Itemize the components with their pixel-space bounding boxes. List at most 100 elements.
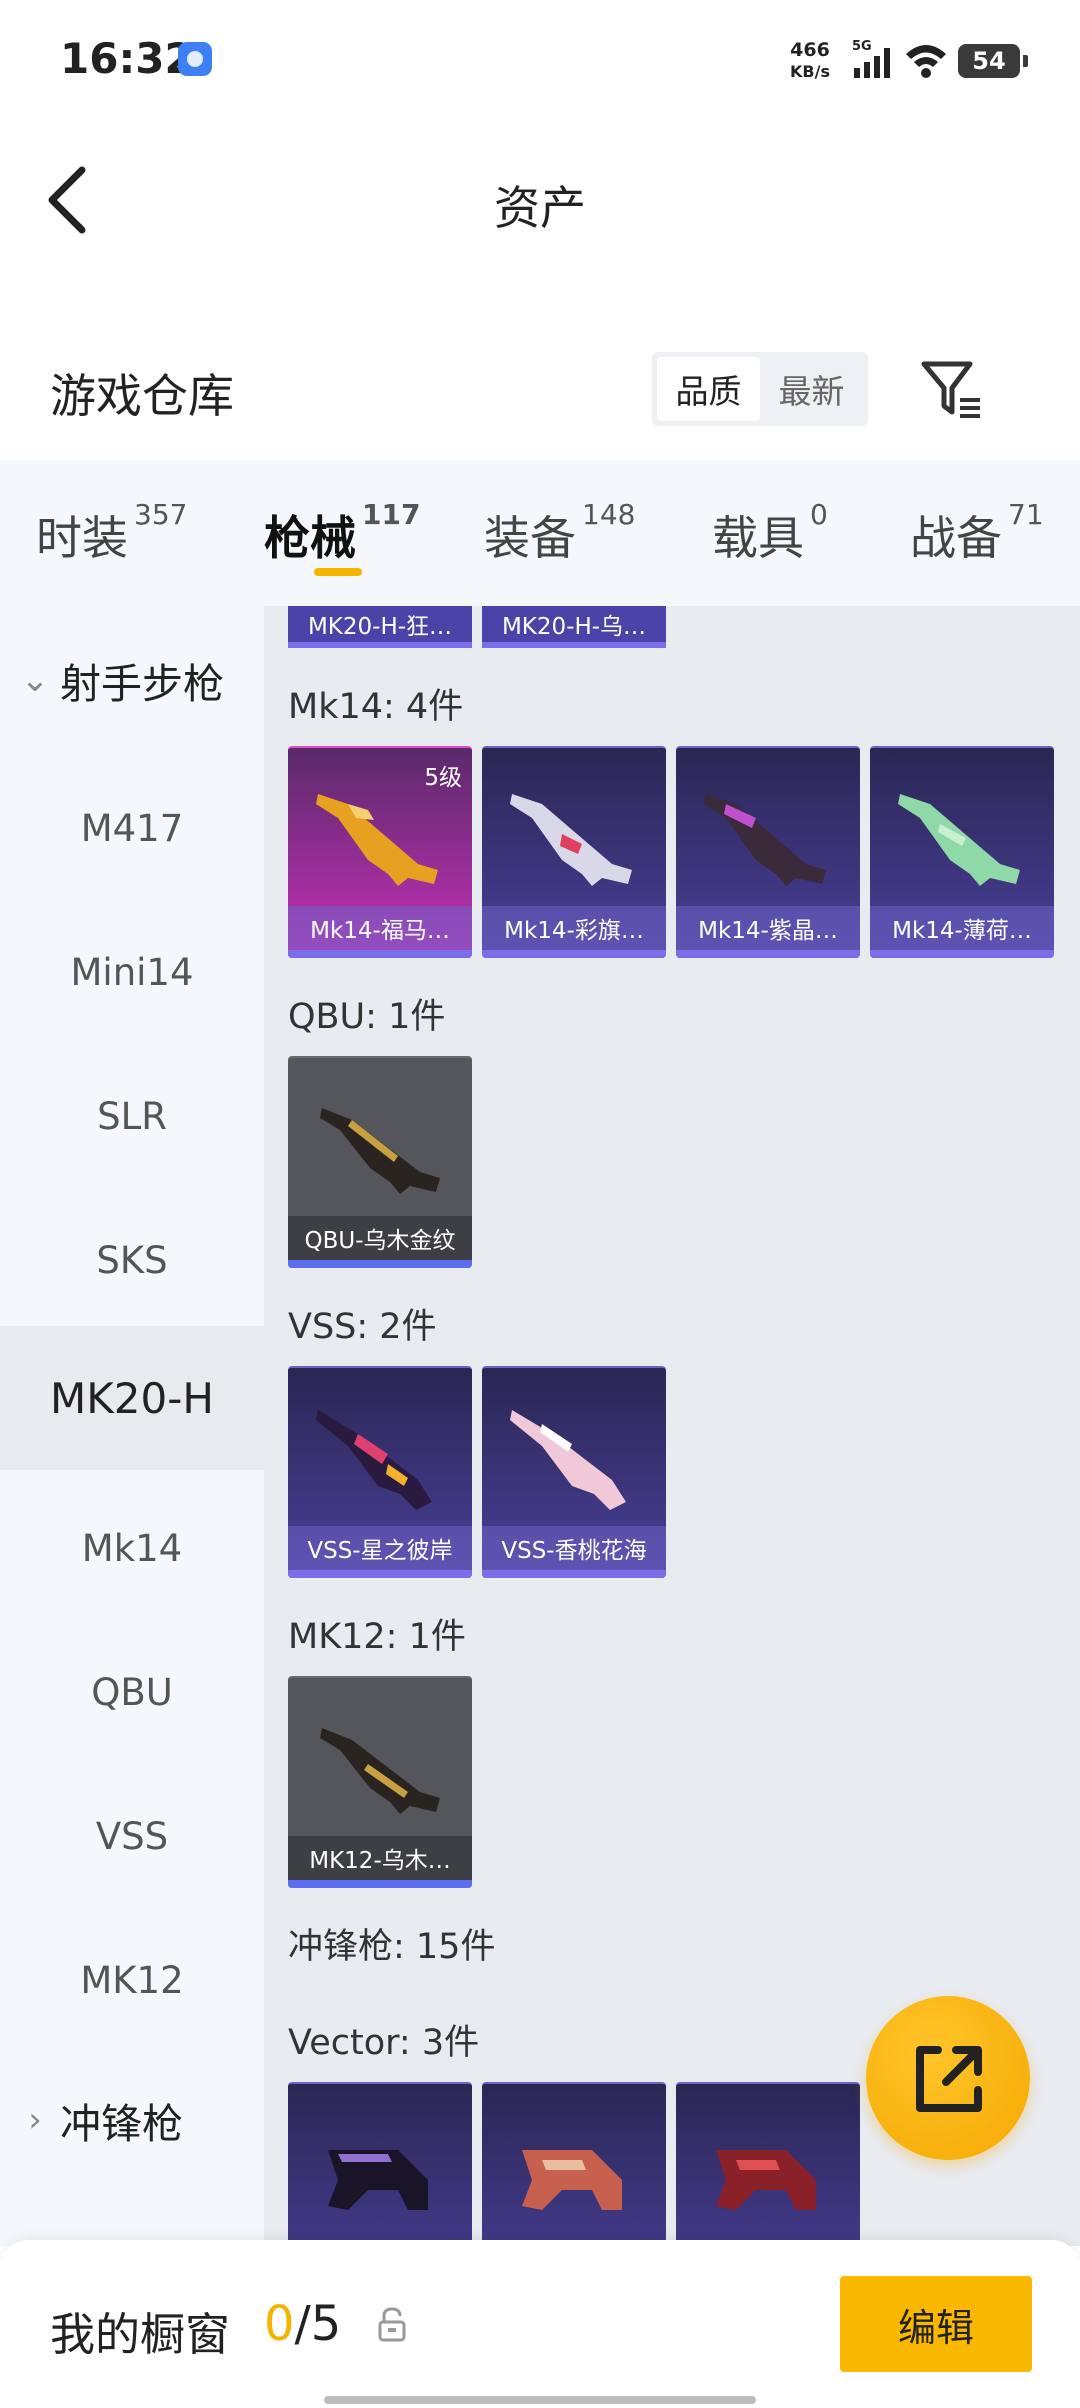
skin-card[interactable]: MK20-H-乌… (482, 606, 666, 648)
rifle-icon (316, 1410, 432, 1510)
sidebar-item-slr[interactable]: SLR (0, 1044, 264, 1188)
sidebar-group-label: 冲锋枪 (60, 2100, 183, 2148)
tab-label: 战备 (910, 511, 1002, 565)
edit-button[interactable]: 编辑 (840, 2276, 1032, 2372)
chevron-down-icon: ⌄ (20, 660, 50, 700)
skin-name: MK12-乌木… (288, 1836, 472, 1880)
skin-card[interactable] (676, 2082, 860, 2246)
tab-count: 0 (810, 498, 828, 531)
sidebar-item-m417[interactable]: M417 (0, 756, 264, 900)
sidebar-item-sks[interactable]: SKS (0, 1188, 264, 1332)
rarity-stripe (288, 1880, 472, 1888)
section-label: MK12: 1件 (288, 1617, 466, 1657)
network-speed-value: 466 (790, 39, 830, 61)
skin-card[interactable]: Mk14-彩旗… (482, 746, 666, 958)
tab-count: 148 (582, 498, 636, 531)
showcase-count: 0/5 (264, 2296, 341, 2352)
tab-active-indicator (314, 568, 362, 576)
showcase-bar: 我的橱窗 0/5 编辑 (0, 2240, 1080, 2408)
rifle-icon (320, 1108, 440, 1194)
skin-card[interactable] (288, 2082, 472, 2246)
section-label: QBU: 1件 (288, 997, 446, 1037)
warehouse-title: 游戏仓库 (50, 369, 234, 423)
warehouse-header: 游戏仓库 品质 最新 (0, 330, 1080, 460)
network-speed-unit: KB/s (790, 62, 830, 81)
lock-icon (378, 2307, 406, 2342)
skin-name: Mk14-薄荷… (870, 906, 1054, 950)
signal-icon: 5G (852, 39, 890, 78)
rarity-stripe (482, 950, 666, 958)
filter-icon[interactable] (918, 356, 986, 424)
rifle-icon (316, 794, 438, 886)
rarity-stripe (288, 950, 472, 958)
rifle-icon (898, 794, 1020, 886)
sidebar-item-mini14[interactable]: Mini14 (0, 900, 264, 1044)
sort-latest-button[interactable]: 最新 (760, 357, 863, 421)
tab-guns[interactable]: 枪械 117 (264, 498, 420, 568)
network-speed: 466 KB/s (790, 40, 830, 82)
tab-count: 117 (362, 498, 421, 531)
tab-label: 时装 (36, 511, 128, 565)
skin-name: Mk14-紫晶… (676, 906, 860, 950)
status-bar: 16:32 466 KB/s 5G 54 (0, 0, 1080, 120)
app-notification-icon (178, 42, 212, 76)
smg-icon (522, 2150, 622, 2210)
sidebar-item-qbu[interactable]: QBU (0, 1620, 264, 1764)
skin-card[interactable]: MK20-H-狂… (288, 606, 472, 648)
skin-card[interactable]: VSS-香桃花海 (482, 1366, 666, 1578)
sidebar-item-mk20h[interactable]: MK20-H (0, 1326, 264, 1470)
sidebar-item-mk14[interactable]: Mk14 (0, 1476, 264, 1620)
sidebar-item-vss[interactable]: VSS (0, 1764, 264, 1908)
rifle-icon (320, 1728, 440, 1814)
tab-label: 枪械 (264, 511, 356, 565)
tab-equipment[interactable]: 装备 148 (484, 498, 635, 568)
smg-icon (328, 2150, 428, 2210)
tab-count: 357 (134, 498, 188, 531)
battery-icon: 54 (958, 44, 1028, 78)
skin-name: Mk14-福马… (288, 906, 472, 950)
status-time: 16:32 (60, 34, 194, 83)
skin-name: Mk14-彩旗… (482, 906, 666, 950)
tab-gear[interactable]: 战备 71 (910, 498, 1044, 568)
rarity-stripe (288, 1260, 472, 1268)
share-button[interactable] (866, 1996, 1030, 2160)
sidebar-item-mk12[interactable]: MK12 (0, 1908, 264, 2052)
rifle-icon (510, 794, 632, 886)
tab-count: 71 (1008, 498, 1044, 531)
rarity-stripe (676, 950, 860, 958)
skin-card[interactable]: QBU-乌木金纹 (288, 1056, 472, 1268)
sort-toggle: 品质 最新 (652, 352, 868, 426)
share-icon (916, 2046, 982, 2112)
tab-fashion[interactable]: 时装 357 (36, 498, 187, 568)
sidebar-group-smg[interactable]: › 冲锋枪 (18, 2090, 183, 2150)
home-indicator[interactable] (324, 2396, 756, 2404)
rarity-stripe (870, 950, 1054, 958)
page-title: 资产 (494, 181, 586, 235)
skin-name: QBU-乌木金纹 (288, 1216, 472, 1260)
sort-quality-button[interactable]: 品质 (657, 357, 760, 421)
skin-card[interactable]: MK12-乌木… (288, 1676, 472, 1888)
rarity-stripe (288, 1570, 472, 1578)
section-label: Mk14: 4件 (288, 687, 464, 727)
skin-card[interactable]: VSS-星之彼岸 (288, 1366, 472, 1578)
showcase-current: 0 (264, 2296, 295, 2352)
tab-label: 装备 (484, 511, 576, 565)
sidebar-group-label: 射手步枪 (60, 660, 224, 708)
nav-bar: 资产 (0, 120, 1080, 270)
skin-name: VSS-香桃花海 (482, 1526, 666, 1570)
sidebar-group-marksman[interactable]: ⌄ 射手步枪 (18, 650, 224, 710)
section-label: VSS: 2件 (288, 1307, 437, 1347)
chevron-right-icon: › (28, 2100, 42, 2140)
rifle-icon (704, 794, 826, 886)
network-type: 5G (852, 39, 872, 54)
skin-card[interactable]: Mk14-薄荷… (870, 746, 1054, 958)
skin-card[interactable] (482, 2082, 666, 2246)
section-label: 冲锋枪: 15件 (288, 1927, 496, 1967)
showcase-total: /5 (294, 2296, 342, 2352)
wifi-icon (906, 45, 946, 78)
smg-icon (716, 2150, 816, 2210)
skin-card[interactable]: Mk14-紫晶… (676, 746, 860, 958)
skin-card[interactable]: 5级 Mk14-福马… (288, 746, 472, 958)
showcase-label: 我的橱窗 (50, 2308, 231, 2361)
tab-vehicles[interactable]: 载具 0 (712, 498, 828, 568)
